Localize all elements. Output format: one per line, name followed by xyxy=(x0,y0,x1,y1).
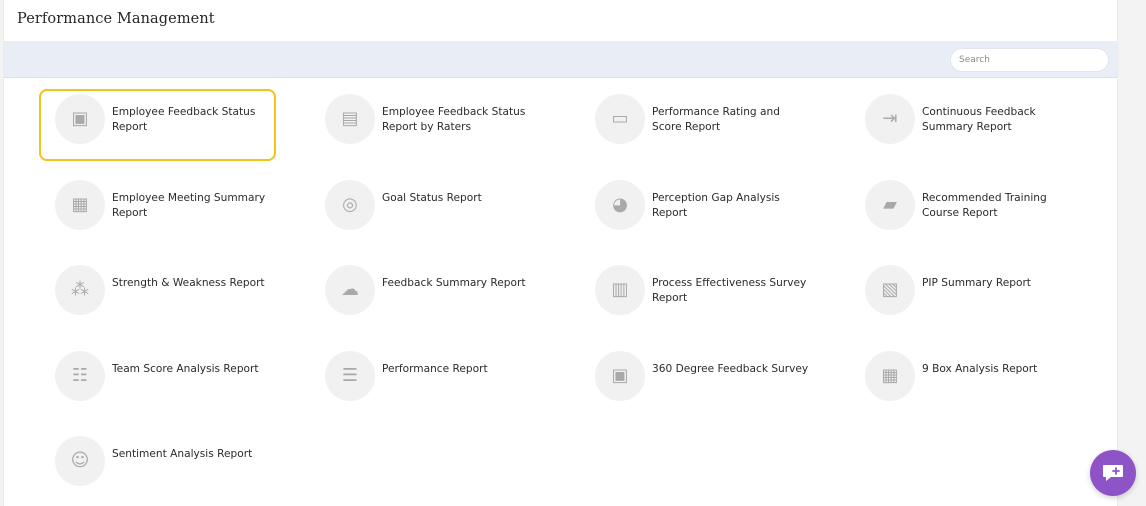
report-label: Employee Feedback Status Report xyxy=(112,106,256,133)
document-arrow-icon: ⇥ xyxy=(865,94,915,144)
report-item[interactable]: ▣ 360 Degree Feedback Survey xyxy=(595,335,865,421)
report-label: Sentiment Analysis Report xyxy=(112,448,253,460)
report-item[interactable]: ⇥ Continuous Feedback Summary Report xyxy=(865,78,1135,164)
survey-document-icon: ▥ xyxy=(595,265,645,315)
report-label: Perception Gap Analysis Report xyxy=(652,191,780,219)
report-item[interactable]: ▣ Employee Feedback Status Report xyxy=(39,78,325,164)
chat-plus-icon xyxy=(1103,465,1123,481)
team-report-icon: ☰ xyxy=(325,350,375,401)
report-label: Team Score Analysis Report xyxy=(112,362,259,375)
report-label: Employee Meeting Summary Report xyxy=(112,191,266,219)
report-item[interactable]: ▦ 9 Box Analysis Report xyxy=(865,335,1135,421)
report-label: Strength & Weakness Report xyxy=(112,277,265,289)
report-label: Process Effectiveness Survey Report xyxy=(652,277,807,304)
presenter-board-icon: ▣ xyxy=(595,350,645,401)
report-item[interactable]: ▦ Employee Meeting Summary Report xyxy=(55,164,325,250)
report-item[interactable]: ▭ Performance Rating and Score Report xyxy=(595,78,865,164)
report-item[interactable]: ⁂ Strength & Weakness Report xyxy=(55,249,325,335)
report-panel: Performance Management ▣ Employee Feedbac… xyxy=(3,0,1118,506)
report-item[interactable]: ◎ Goal Status Report xyxy=(325,164,595,250)
report-item[interactable]: ▤ Employee Feedback Status Report by Rate… xyxy=(325,78,595,164)
report-item[interactable]: ☷ Team Score Analysis Report xyxy=(55,335,325,421)
presenter-board-icon: ▣ xyxy=(55,94,105,144)
team-board-icon: ☷ xyxy=(55,350,105,401)
report-label: Feedback Summary Report xyxy=(382,277,526,289)
search-input[interactable] xyxy=(950,48,1109,72)
report-label: 9 Box Analysis Report xyxy=(922,362,1038,375)
hierarchy-icon: ⁂ xyxy=(55,265,105,315)
toolbar xyxy=(4,41,1117,78)
report-label: Employee Feedback Status Report by Rater… xyxy=(382,106,526,133)
target-icon: ◎ xyxy=(325,179,375,230)
report-item[interactable]: ☺ Sentiment Analysis Report xyxy=(55,420,325,506)
report-item[interactable]: ▰ Recommended Training Course Report xyxy=(865,164,1135,250)
report-label: Continuous Feedback Summary Report xyxy=(922,106,1036,133)
pie-chart-icon: ◕ xyxy=(595,179,645,230)
chat-bubbles-icon: ☁ xyxy=(325,265,375,315)
page-title: Performance Management xyxy=(17,11,215,27)
scrollbar-track[interactable] xyxy=(1138,0,1146,506)
report-item[interactable]: ▥ Process Effectiveness Survey Report xyxy=(595,249,865,335)
report-item[interactable]: ☁ Feedback Summary Report xyxy=(325,249,595,335)
report-label: PIP Summary Report xyxy=(922,277,1031,289)
report-label: 360 Degree Feedback Survey xyxy=(652,362,809,375)
meeting-board-icon: ▦ xyxy=(55,179,105,230)
report-label: Goal Status Report xyxy=(382,191,482,204)
report-label: Performance Rating and Score Report xyxy=(652,106,780,133)
book-icon: ▰ xyxy=(865,179,915,230)
nine-box-grid-icon: ▦ xyxy=(865,350,915,401)
monitor-chart-icon: ▭ xyxy=(595,94,645,144)
report-item[interactable]: ◕ Perception Gap Analysis Report xyxy=(595,164,865,250)
emotion-faces-icon: ☺ xyxy=(55,436,105,486)
report-item[interactable]: ▧ PIP Summary Report xyxy=(865,249,1135,335)
presenter-raters-icon: ▤ xyxy=(325,94,375,144)
chat-button[interactable] xyxy=(1090,450,1136,496)
report-label: Performance Report xyxy=(382,362,488,375)
board-chart-icon: ▧ xyxy=(865,265,915,315)
report-item[interactable]: ☰ Performance Report xyxy=(325,335,595,421)
report-label: Recommended Training Course Report xyxy=(922,191,1047,219)
report-grid: ▣ Employee Feedback Status Report ▤ Employe… xyxy=(4,78,1117,506)
